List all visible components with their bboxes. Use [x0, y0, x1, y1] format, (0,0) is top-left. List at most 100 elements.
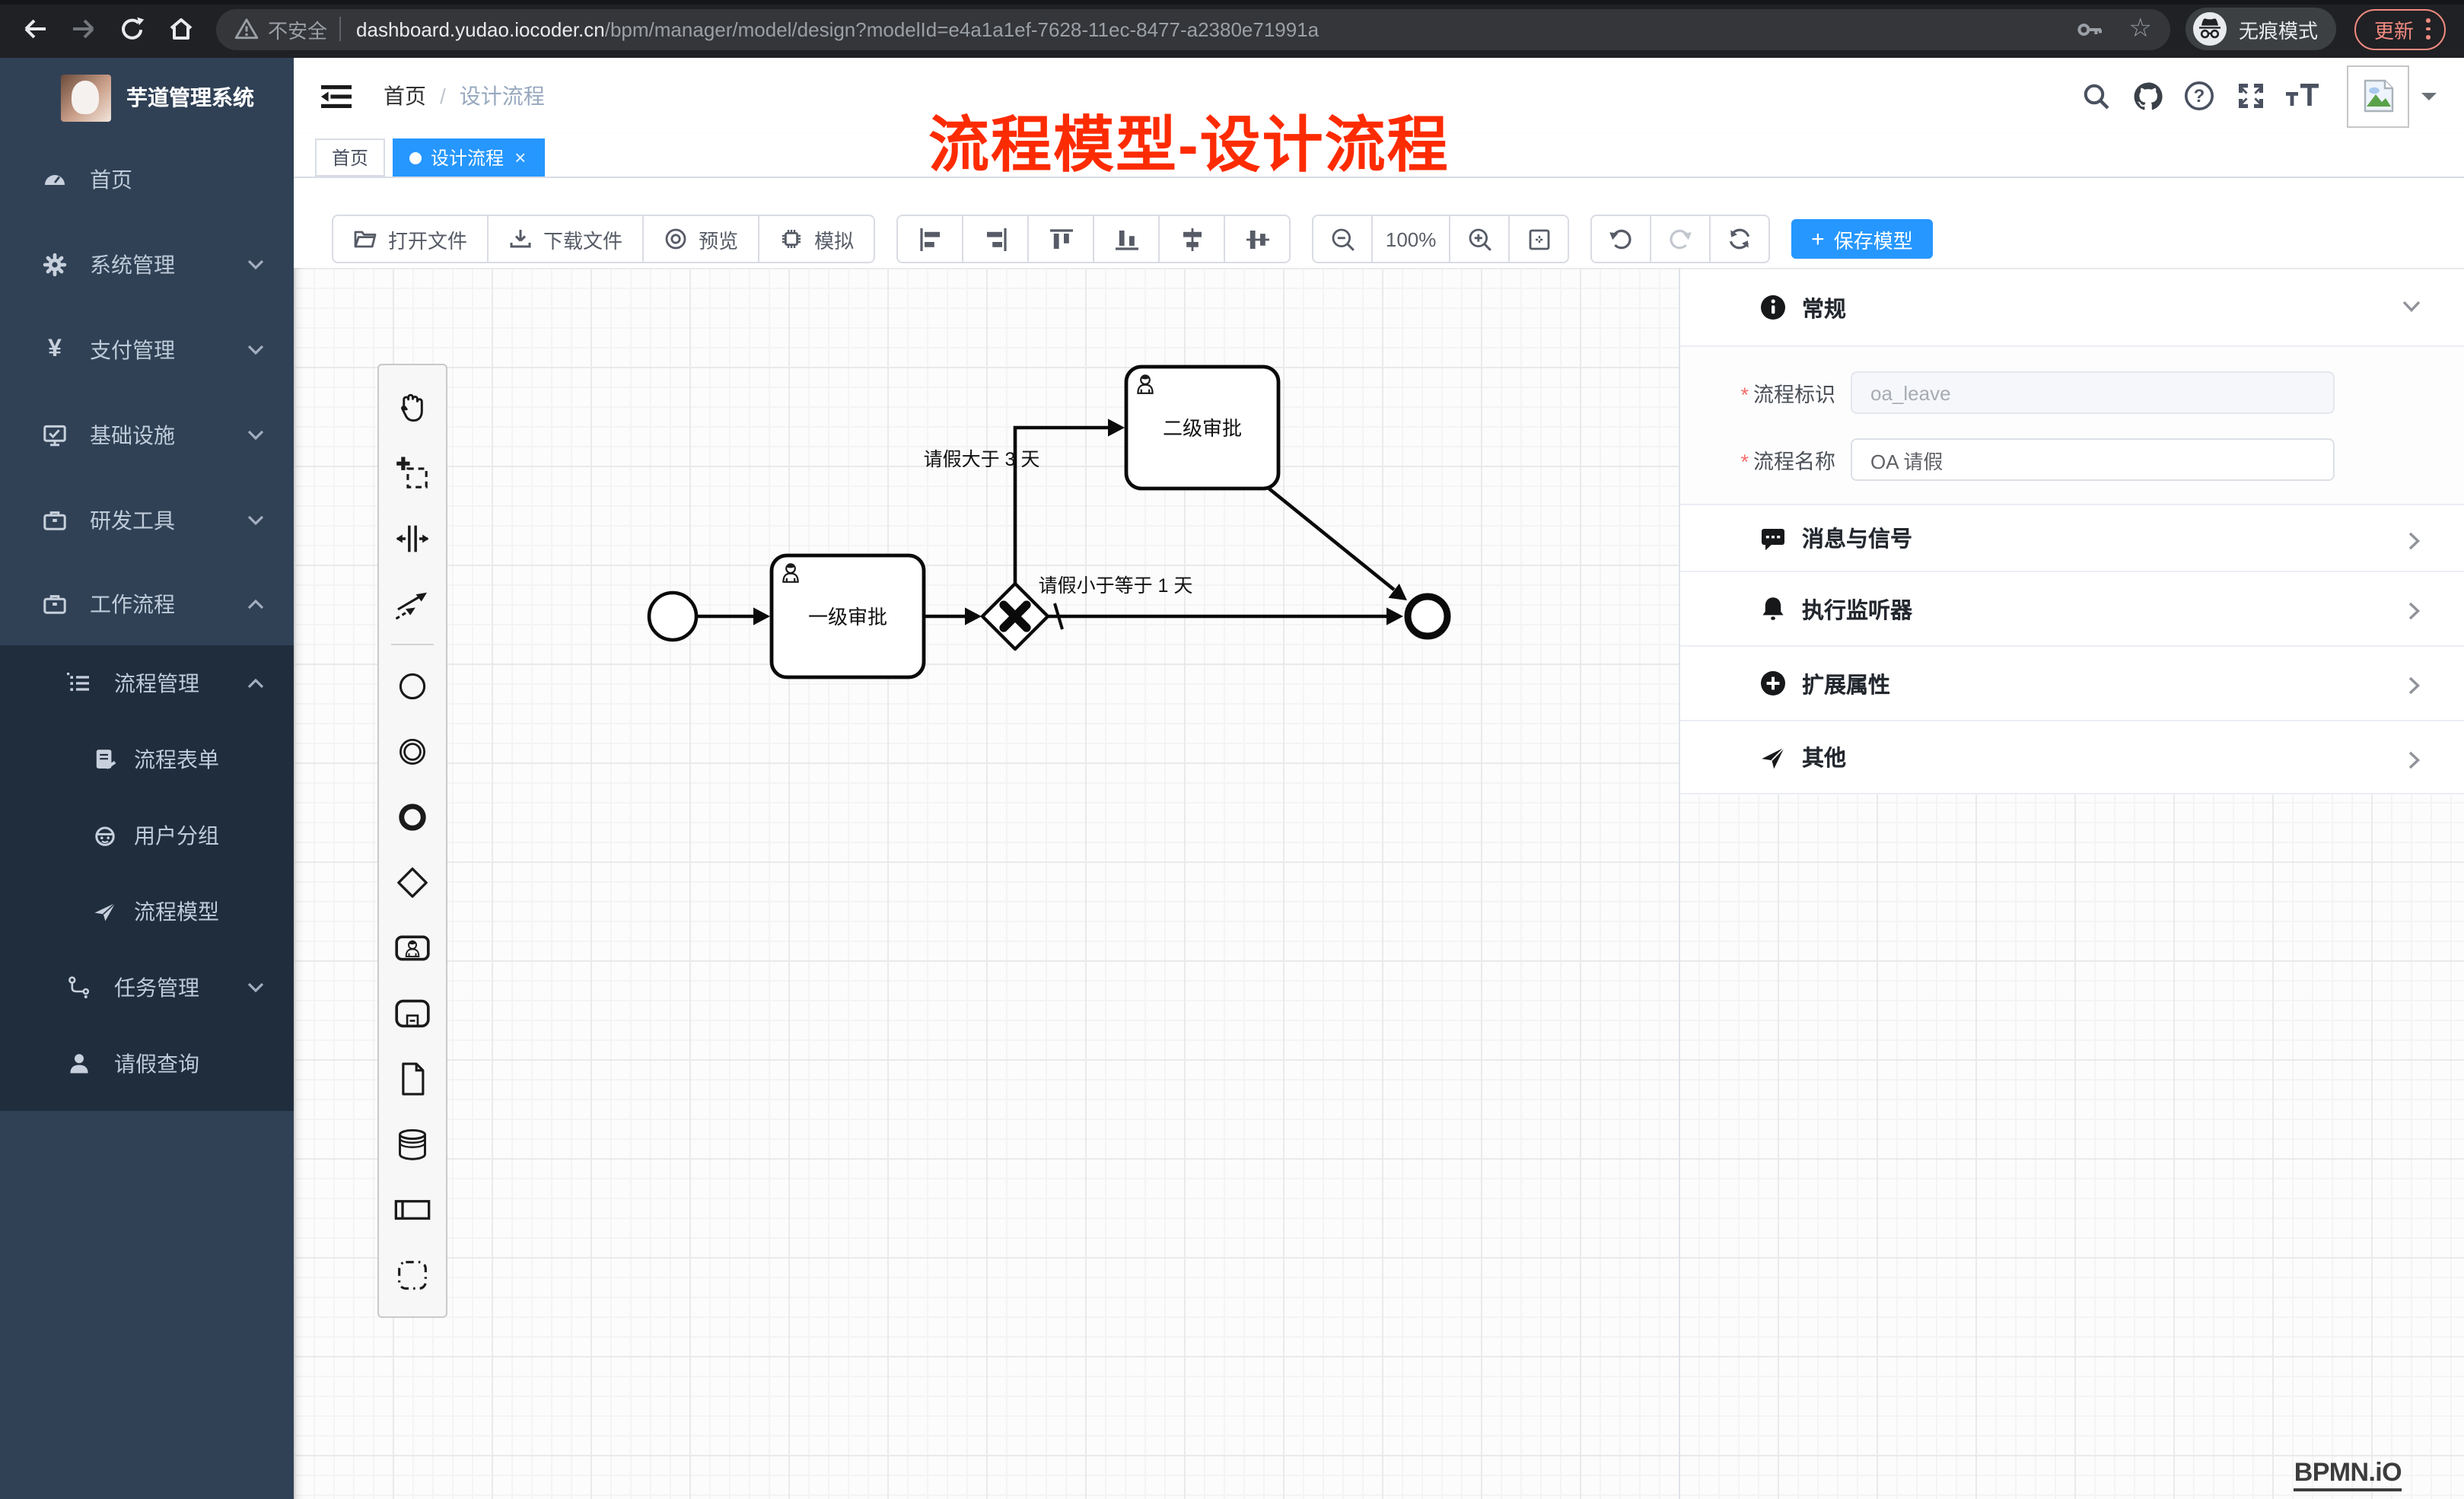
- search-icon: [2081, 81, 2110, 110]
- sidebar-item-infrastructure[interactable]: 基础设施: [0, 393, 294, 478]
- chevron-down-icon: [247, 344, 265, 356]
- tag-home[interactable]: 首页: [315, 138, 385, 177]
- flow-task2-to-end[interactable]: [1263, 484, 1394, 590]
- sidebar-item-task-management[interactable]: 任务管理: [0, 950, 294, 1026]
- header-search-button[interactable]: [2076, 76, 2115, 116]
- header-help-button[interactable]: ?: [2179, 76, 2219, 116]
- user-task-level2[interactable]: 二级审批: [1126, 367, 1278, 489]
- sidebar-item-home[interactable]: 首页: [0, 137, 294, 222]
- header-github-button[interactable]: [2128, 76, 2167, 116]
- zoom-level-label: 100%: [1371, 215, 1450, 263]
- user-task-level1[interactable]: 一级审批: [772, 555, 924, 677]
- avatar[interactable]: [2347, 65, 2409, 127]
- browser-back-button[interactable]: [15, 9, 55, 49]
- security-label[interactable]: 不安全: [268, 14, 327, 43]
- start-event[interactable]: [649, 593, 696, 640]
- sidebar-item-payment[interactable]: ¥ 支付管理: [0, 307, 294, 393]
- plus-circle-icon: [1759, 670, 1787, 697]
- align-center-button[interactable]: [1158, 215, 1225, 263]
- panel-section-message-signal[interactable]: 消息与信号: [1680, 504, 2464, 571]
- download-file-button[interactable]: 下载文件: [487, 215, 644, 263]
- flow-icon: [67, 975, 91, 1000]
- preview-button[interactable]: 预览: [642, 215, 759, 263]
- breadcrumb-separator: /: [440, 84, 446, 108]
- align-middle-button[interactable]: [1224, 215, 1291, 263]
- panel-section-other[interactable]: 其他: [1680, 720, 2464, 794]
- sidebar-item-leave-query[interactable]: 请假查询: [0, 1026, 294, 1102]
- header-fullscreen-button[interactable]: [2231, 76, 2271, 116]
- zoom-out-button[interactable]: [1312, 215, 1373, 263]
- align-bottom-button[interactable]: [1093, 215, 1160, 263]
- chevron-down-icon: [247, 514, 265, 527]
- application-window: 不安全 dashboard.yudao.iocoder.cn/bpm/manag…: [0, 0, 2464, 1499]
- browser-forward-button[interactable]: [64, 9, 103, 49]
- sidebar-item-label: 流程表单: [134, 744, 219, 775]
- button-label: 打开文件: [388, 224, 467, 253]
- url-separator: [339, 17, 341, 41]
- file-button-group: 打开文件 下载文件 预览 模拟: [332, 215, 875, 263]
- bookmark-star-icon[interactable]: ☆: [2129, 14, 2153, 44]
- sidebar-toggle-button[interactable]: [315, 77, 358, 115]
- sidebar-item-user-group[interactable]: 用户分组: [0, 797, 294, 874]
- align-left-button[interactable]: [896, 215, 963, 263]
- form-row-process-name: *流程名称: [1680, 438, 2464, 481]
- process-name-input[interactable]: [1851, 438, 2335, 481]
- zoom-reset-button[interactable]: [1508, 215, 1569, 263]
- sidebar-item-label: 流程管理: [114, 668, 199, 699]
- sidebar-item-process-form[interactable]: 流程表单: [0, 721, 294, 797]
- zoom-in-button[interactable]: [1449, 215, 1510, 263]
- incognito-label: 无痕模式: [2239, 14, 2318, 43]
- url-bar[interactable]: 不安全 dashboard.yudao.iocoder.cn/bpm/manag…: [216, 8, 2170, 49]
- simulate-button[interactable]: 模拟: [758, 215, 875, 263]
- incognito-badge: 无痕模式: [2185, 8, 2336, 50]
- end-event[interactable]: [1408, 597, 1447, 636]
- field-label: *流程标识: [1680, 377, 1851, 408]
- broken-image-icon: [2360, 78, 2396, 114]
- align-right-icon: [982, 226, 1008, 252]
- sidebar-item-label: 任务管理: [114, 972, 199, 1003]
- chevron-right-icon: [2408, 750, 2421, 769]
- person-icon: [67, 1052, 91, 1076]
- tag-design-process[interactable]: 设计流程 ×: [393, 138, 544, 177]
- browser-update-button[interactable]: 更新: [2354, 8, 2446, 49]
- chevron-right-icon: [2408, 676, 2421, 695]
- warning-icon: [234, 17, 259, 41]
- chevron-up-icon: [247, 677, 265, 689]
- fit-viewport-icon: [1526, 226, 1552, 252]
- button-label: 模拟: [814, 224, 854, 253]
- undo-icon: [1607, 225, 1635, 253]
- browser-reload-button[interactable]: [113, 9, 152, 49]
- restart-button[interactable]: [1709, 215, 1770, 263]
- key-icon[interactable]: [2076, 14, 2105, 43]
- sidebar-item-devtools[interactable]: 研发工具: [0, 478, 294, 563]
- task-label: 二级审批: [1163, 417, 1242, 440]
- general-fields: *流程标识 *流程名称: [1680, 345, 2464, 504]
- browser-home-button[interactable]: [161, 9, 201, 49]
- redo-button[interactable]: [1650, 215, 1711, 263]
- chevron-down-icon: [247, 259, 265, 271]
- chevron-down-icon: [247, 429, 265, 441]
- open-file-button[interactable]: 打开文件: [332, 215, 489, 263]
- breadcrumb-home[interactable]: 首页: [384, 81, 426, 111]
- sidebar-item-process-management[interactable]: 流程管理: [0, 645, 294, 721]
- undo-button[interactable]: [1590, 215, 1651, 263]
- close-icon[interactable]: ×: [513, 148, 527, 167]
- bpmn-io-watermark[interactable]: BPMN.iO: [2294, 1458, 2402, 1491]
- breadcrumb: 首页 / 设计流程: [384, 81, 545, 111]
- align-right-button[interactable]: [962, 215, 1029, 263]
- bpmn-canvas[interactable]: 一级审批 二级审批 请假大于 3 天 请假小于等于 1 天 BPMN.iO: [294, 268, 2464, 1499]
- button-label: 保存模型: [1834, 224, 1913, 253]
- header-fontsize-button[interactable]: [2283, 76, 2322, 116]
- save-model-button[interactable]: + 保存模型: [1791, 219, 1933, 259]
- kebab-menu-icon[interactable]: [2426, 19, 2431, 40]
- panel-section-general[interactable]: 常规: [1680, 269, 2464, 345]
- app-logo: 芋道管理系统: [0, 58, 294, 137]
- panel-section-extended-attributes[interactable]: 扩展属性: [1680, 645, 2464, 720]
- avatar-caret-icon[interactable]: [2421, 93, 2437, 108]
- sidebar-item-system[interactable]: 系统管理: [0, 222, 294, 307]
- align-top-icon: [1048, 226, 1074, 252]
- align-top-button[interactable]: [1027, 215, 1094, 263]
- sidebar-item-workflow[interactable]: 工作流程: [0, 563, 294, 645]
- sidebar-item-process-model[interactable]: 流程模型: [0, 874, 294, 950]
- panel-section-execution-listener[interactable]: 执行监听器: [1680, 571, 2464, 645]
